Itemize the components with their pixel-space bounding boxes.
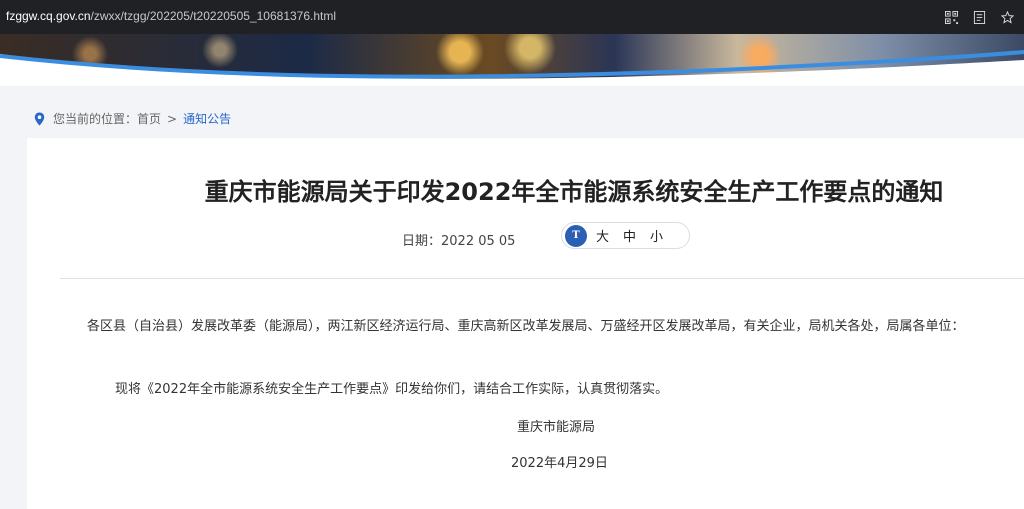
article-body-paragraph: 现将《2022年全市能源系统安全生产工作要点》印发给你们，请结合工作实际，认真贯… <box>115 382 669 397</box>
bookmark-star-icon[interactable] <box>998 6 1016 28</box>
article-sign-date: 2022年4月29日 <box>511 456 608 471</box>
date-label: 日期： <box>402 234 442 249</box>
url-text[interactable]: fzggw.cq.gov.cn/zwxx/tzgg/202205/t202205… <box>6 9 336 23</box>
font-size-icon: T <box>565 224 587 247</box>
breadcrumb-home-link[interactable]: 首页 <box>137 110 161 127</box>
location-pin-icon <box>34 112 45 125</box>
font-size-medium-button[interactable]: 中 <box>623 226 636 245</box>
font-size-switcher: T 大 中 小 <box>561 222 690 249</box>
article-recipients: 各区县（自治县）发展改革委（能源局），两江新区经济运行局、重庆高新区改革发展局、… <box>87 319 965 334</box>
date-value: 2022 05 05 <box>441 234 516 249</box>
article-signature: 重庆市能源局 <box>517 420 596 435</box>
breadcrumb: 您当前的位置： 首页 > 通知公告 <box>34 110 231 127</box>
breadcrumb-current-link[interactable]: 通知公告 <box>183 110 231 127</box>
title-divider <box>60 278 1024 279</box>
browser-address-bar[interactable]: fzggw.cq.gov.cn/zwxx/tzgg/202205/t202205… <box>0 0 1024 34</box>
article-date: 日期：2022 05 05 <box>402 230 515 249</box>
breadcrumb-label: 您当前的位置： <box>53 112 138 126</box>
header-banner-image <box>0 34 1024 86</box>
url-domain: fzggw.cq.gov.cn <box>6 9 91 23</box>
font-size-large-button[interactable]: 大 <box>596 226 609 245</box>
reader-mode-icon[interactable] <box>970 6 988 28</box>
font-size-small-button[interactable]: 小 <box>650 226 663 245</box>
article-card: 重庆市能源局关于印发2022年全市能源系统安全生产工作要点的通知 日期：2022… <box>27 138 1024 509</box>
article-title: 重庆市能源局关于印发2022年全市能源系统安全生产工作要点的通知 <box>204 178 944 206</box>
breadcrumb-separator: > <box>167 111 178 126</box>
url-path: /zwxx/tzgg/202205/t20220505_10681376.htm… <box>90 9 337 23</box>
qr-code-icon[interactable] <box>942 6 960 28</box>
